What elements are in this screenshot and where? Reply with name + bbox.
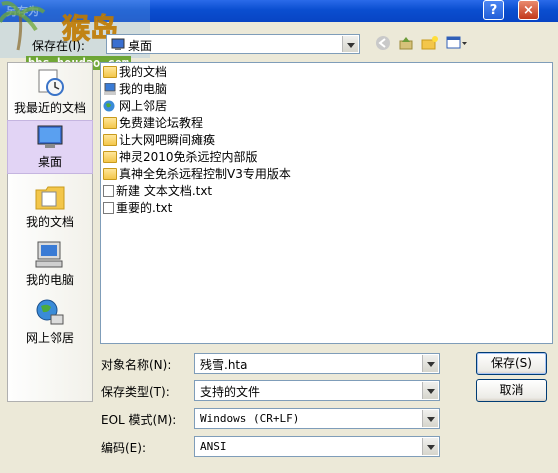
places-bar: 我最近的文档 桌面 我的文档 我的电脑 网上邻居: [7, 62, 93, 402]
encoding-label: 编码(E):: [101, 441, 146, 455]
filename-value: 残雪.hta: [200, 358, 248, 372]
back-arrow-icon: [376, 36, 390, 50]
chevron-down-icon[interactable]: [342, 36, 358, 52]
up-folder-icon[interactable]: [396, 35, 416, 53]
window-title: 另存为: [6, 5, 39, 18]
save-in-value: 桌面: [128, 39, 153, 53]
my-computer-icon: [104, 83, 116, 95]
desktop-icon: [37, 125, 63, 148]
text-file-icon: [103, 202, 114, 214]
list-item[interactable]: 我的文档: [103, 64, 167, 81]
chevron-down-icon[interactable]: [422, 382, 438, 399]
eol-select[interactable]: Windows (CR+LF): [194, 408, 440, 429]
title-bar[interactable]: 另存为 ? ×: [0, 0, 558, 22]
chevron-down-icon[interactable]: [422, 410, 438, 427]
list-item[interactable]: 神灵2010免杀远控内部版: [103, 149, 258, 166]
my-computer-icon: [35, 241, 63, 268]
encoding-select[interactable]: ANSI: [194, 436, 440, 457]
filename-label: 对象名称(N):: [101, 358, 172, 372]
file-name: 神灵2010免杀远控内部版: [119, 150, 258, 164]
cancel-button[interactable]: 取消: [476, 379, 547, 402]
place-network-places[interactable]: 网上邻居: [8, 297, 92, 351]
filetype-select[interactable]: 支持的文件: [194, 380, 440, 401]
filename-field[interactable]: 残雪.hta: [194, 353, 440, 374]
eol-label: EOL 模式(M):: [101, 413, 177, 427]
place-label: 桌面: [37, 155, 62, 169]
file-name: 新建 文本文档.txt: [116, 184, 213, 198]
list-item[interactable]: 真神全免杀远程控制V3专用版本: [103, 166, 291, 183]
encoding-value: ANSI: [200, 440, 227, 453]
save-as-dialog: 另存为 ? × 猴岛 bbs.houdao.com 保存在(I): 桌面: [0, 0, 558, 473]
my-documents-icon: [35, 186, 65, 210]
view-menu-icon[interactable]: [445, 35, 469, 53]
help-button[interactable]: ?: [483, 0, 504, 20]
chevron-down-icon[interactable]: [422, 355, 438, 372]
network-places-icon: [36, 299, 64, 325]
up-one-level-icon: [399, 37, 413, 50]
list-item[interactable]: 让大网吧瞬间瘫痪: [103, 132, 215, 149]
filetype-value: 支持的文件: [200, 385, 261, 399]
save-in-dropdown[interactable]: 桌面: [106, 34, 360, 54]
file-name: 我的文档: [119, 65, 168, 79]
file-name: 免费建论坛教程: [119, 116, 204, 130]
list-item[interactable]: 新建 文本文档.txt: [103, 183, 212, 200]
new-folder-icon[interactable]: [420, 35, 440, 53]
folder-icon: [103, 151, 117, 163]
list-item[interactable]: 重要的.txt: [103, 200, 172, 217]
place-label: 我的电脑: [25, 273, 74, 287]
file-name: 让大网吧瞬间瘫痪: [119, 133, 216, 147]
close-button[interactable]: ×: [518, 0, 539, 20]
text-file-icon: [103, 185, 114, 197]
place-desktop[interactable]: 桌面: [7, 120, 93, 174]
folder-icon: [103, 168, 117, 180]
place-my-documents[interactable]: 我的文档: [8, 181, 92, 235]
eol-value: Windows (CR+LF): [200, 412, 300, 425]
folder-icon: [103, 134, 117, 146]
place-recent-docs[interactable]: 我最近的文档: [8, 67, 92, 121]
place-my-computer[interactable]: 我的电脑: [8, 239, 92, 293]
list-item[interactable]: 网上邻居: [103, 98, 167, 115]
place-label: 我最近的文档: [13, 101, 86, 115]
file-list[interactable]: 我的文档 我的电脑 网上邻居 免费建论坛教程 让大网吧瞬间瘫痪 神灵2010免杀…: [100, 62, 553, 344]
create-folder-icon: [421, 36, 438, 50]
file-name: 我的电脑: [119, 82, 168, 96]
save-in-label: 保存在(I):: [32, 39, 85, 53]
my-documents-icon: [103, 66, 117, 78]
folder-icon: [103, 117, 117, 129]
place-label: 网上邻居: [25, 331, 74, 345]
desktop-icon: [111, 38, 125, 50]
list-item[interactable]: 免费建论坛教程: [103, 115, 203, 132]
file-name: 网上邻居: [119, 99, 168, 113]
file-name: 真神全免杀远程控制V3专用版本: [119, 167, 291, 181]
network-places-icon: [103, 100, 115, 112]
back-icon[interactable]: [373, 35, 393, 53]
list-item[interactable]: 我的电脑: [103, 81, 167, 98]
chevron-down-icon[interactable]: [422, 438, 438, 455]
file-name: 重要的.txt: [116, 201, 173, 215]
views-icon: [446, 36, 467, 49]
save-button[interactable]: 保存(S): [476, 352, 547, 375]
place-label: 我的文档: [25, 215, 74, 229]
filetype-label: 保存类型(T):: [101, 385, 170, 399]
recent-docs-icon: [38, 69, 64, 96]
